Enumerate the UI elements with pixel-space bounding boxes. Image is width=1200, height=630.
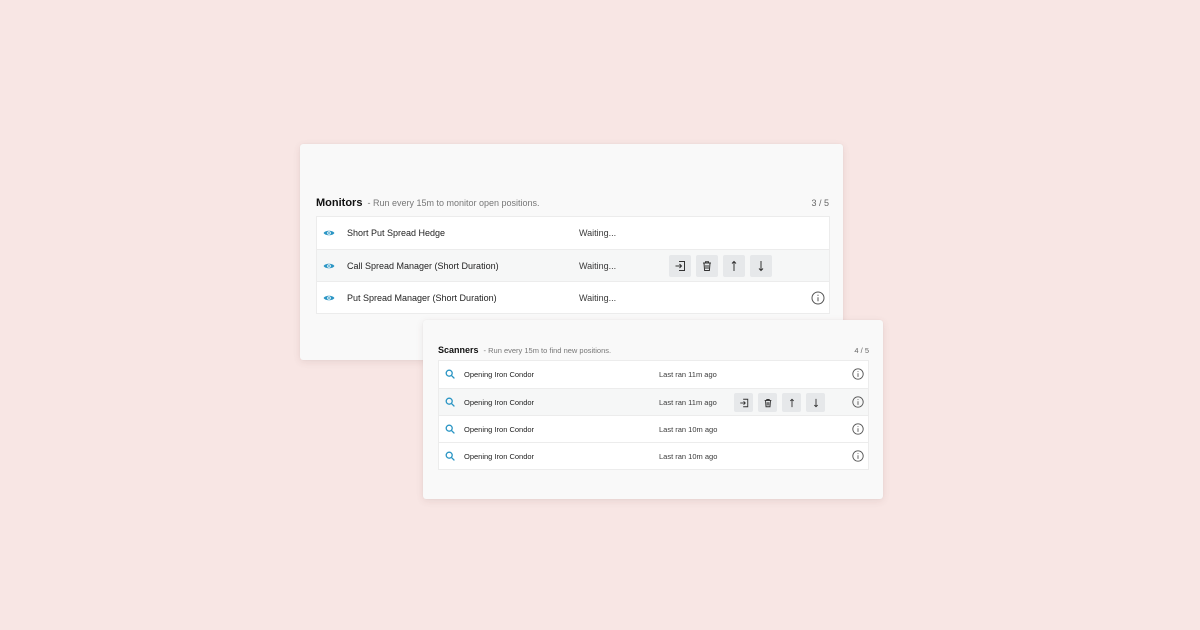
monitor-status: Waiting... xyxy=(579,228,617,238)
scanner-status: Last ran 11m ago xyxy=(659,397,717,407)
scanner-name: Opening Iron Condor xyxy=(464,451,535,461)
scanners-title: Scanners xyxy=(438,345,479,355)
scanner-row[interactable]: Opening Iron Condor Last ran 10m ago xyxy=(439,415,868,442)
scanner-status: Last ran 11m ago xyxy=(659,370,717,379)
scanners-count: 4 / 5 xyxy=(854,346,869,355)
monitor-status: Waiting... xyxy=(579,260,617,271)
eye-icon xyxy=(323,227,335,239)
open-button[interactable] xyxy=(734,393,753,412)
monitor-row[interactable]: Short Put Spread Hedge Waiting... xyxy=(317,217,829,249)
move-up-button[interactable] xyxy=(723,255,745,277)
move-up-icon xyxy=(728,260,740,272)
monitors-title: Monitors xyxy=(316,197,363,209)
move-down-button[interactable] xyxy=(750,255,772,277)
monitor-row-actions xyxy=(669,255,772,277)
move-up-icon xyxy=(787,398,797,408)
scanner-name: Opening Iron Condor xyxy=(464,370,535,379)
open-icon xyxy=(674,260,686,272)
monitor-name: Short Put Spread Hedge xyxy=(347,228,446,238)
trash-icon xyxy=(701,260,713,272)
scanners-panel: Scanners - Run every 15m to find new pos… xyxy=(423,320,883,499)
scanners-subtitle: - Run every 15m to find new positions. xyxy=(483,346,612,355)
scanner-row[interactable]: Opening Iron Condor Last ran 11m ago xyxy=(439,388,868,415)
monitor-row[interactable]: Put Spread Manager (Short Duration) Wait… xyxy=(317,281,829,313)
info-icon[interactable] xyxy=(852,368,864,380)
info-icon[interactable] xyxy=(852,450,864,462)
info-icon[interactable] xyxy=(852,423,864,435)
scanners-header: Scanners - Run every 15m to find new pos… xyxy=(438,345,869,355)
monitor-status: Waiting... xyxy=(579,292,617,303)
scanners-list: Opening Iron Condor Last ran 11m ago Ope… xyxy=(438,360,869,470)
search-icon xyxy=(445,397,455,407)
delete-button[interactable] xyxy=(696,255,718,277)
monitors-count: 3 / 5 xyxy=(811,198,829,208)
monitors-header: Monitors - Run every 15m to monitor open… xyxy=(316,197,829,209)
scanner-row[interactable]: Opening Iron Condor Last ran 11m ago xyxy=(439,361,868,388)
monitor-row[interactable]: Call Spread Manager (Short Duration) Wai… xyxy=(317,249,829,281)
search-icon xyxy=(445,451,455,461)
eye-icon xyxy=(323,292,335,304)
eye-icon xyxy=(323,260,335,272)
move-down-icon xyxy=(755,260,767,272)
scanner-name: Opening Iron Condor xyxy=(464,397,535,407)
move-down-button[interactable] xyxy=(806,393,825,412)
open-button[interactable] xyxy=(669,255,691,277)
monitors-subtitle: - Run every 15m to monitor open position… xyxy=(367,198,540,208)
scanner-row-actions xyxy=(734,393,825,412)
move-down-icon xyxy=(811,398,821,408)
move-up-button[interactable] xyxy=(782,393,801,412)
scanner-status: Last ran 10m ago xyxy=(659,451,718,461)
info-icon[interactable] xyxy=(852,396,864,408)
search-icon xyxy=(445,424,455,434)
search-icon xyxy=(445,369,455,379)
delete-button[interactable] xyxy=(758,393,777,412)
trash-icon xyxy=(763,398,773,408)
scanner-status: Last ran 10m ago xyxy=(659,424,718,434)
info-icon[interactable] xyxy=(811,291,825,305)
open-icon xyxy=(739,398,749,408)
monitor-name: Put Spread Manager (Short Duration) xyxy=(347,292,497,303)
monitors-list: Short Put Spread Hedge Waiting... Call S… xyxy=(316,216,830,314)
monitor-name: Call Spread Manager (Short Duration) xyxy=(347,260,499,271)
scanner-name: Opening Iron Condor xyxy=(464,424,535,434)
scanner-row[interactable]: Opening Iron Condor Last ran 10m ago xyxy=(439,442,868,469)
